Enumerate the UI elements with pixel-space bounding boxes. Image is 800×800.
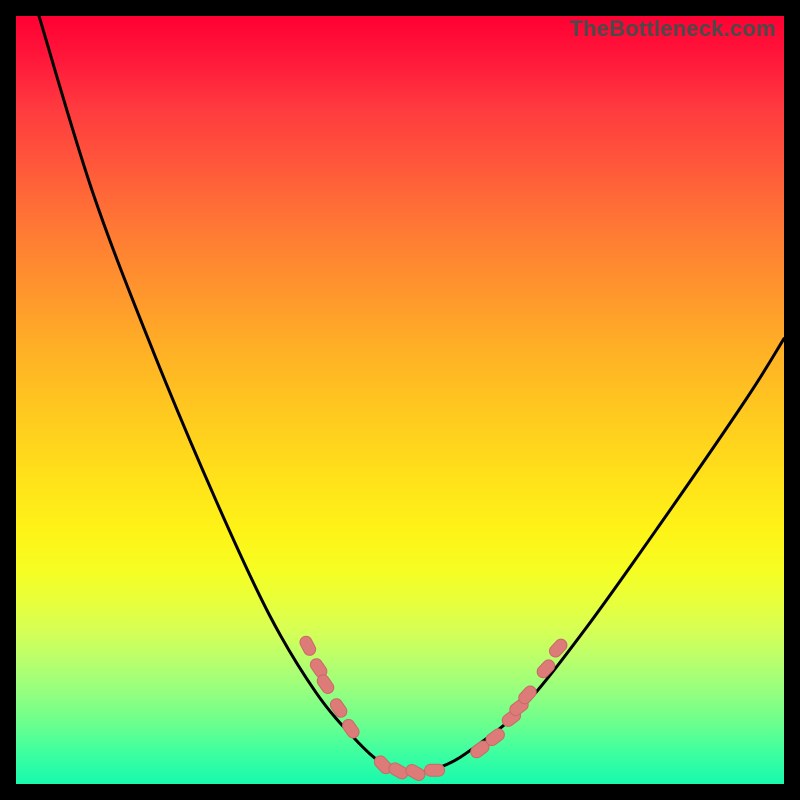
curve-marker (535, 657, 557, 680)
curve-markers (298, 634, 570, 782)
curve-marker (298, 634, 318, 657)
curve-marker (404, 762, 427, 782)
curve-marker (340, 717, 361, 740)
curve-marker (425, 764, 445, 776)
plot-area: TheBottleneck.com (16, 16, 784, 784)
bottleneck-curve (39, 16, 784, 773)
chart-svg (16, 16, 784, 784)
chart-frame: TheBottleneck.com (0, 0, 800, 800)
curve-marker (328, 696, 349, 719)
